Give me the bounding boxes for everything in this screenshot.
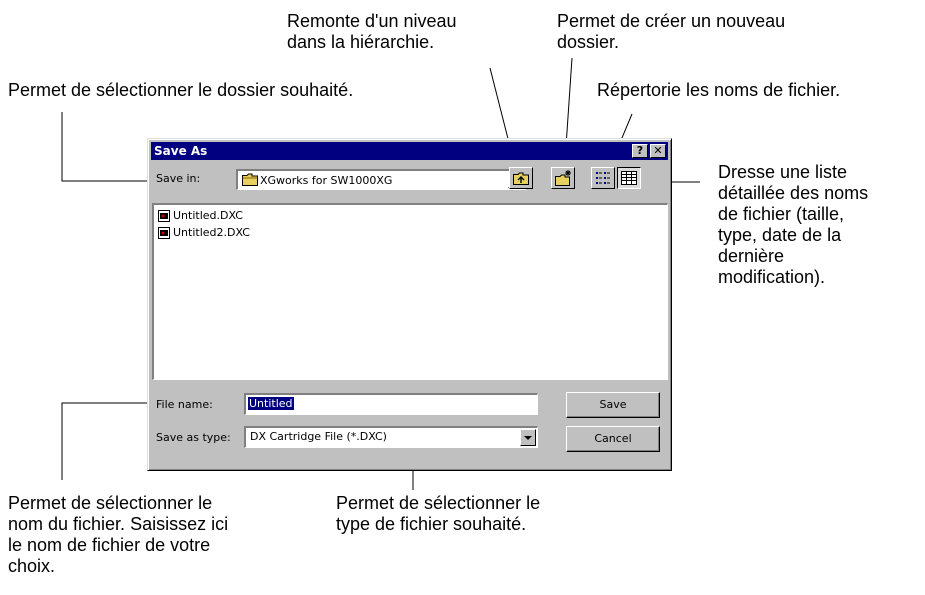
save-as-type-combo[interactable]: DX Cartridge File (*.DXC) xyxy=(244,426,538,448)
details-view-icon xyxy=(621,171,637,185)
close-button[interactable]: ✕ xyxy=(650,144,666,158)
folder-icon xyxy=(242,173,258,186)
new-folder-button[interactable] xyxy=(551,167,575,189)
dxc-file-icon xyxy=(158,210,170,222)
list-view-button[interactable] xyxy=(591,167,615,189)
cancel-button[interactable]: Cancel xyxy=(566,426,660,452)
annotation-new-folder: Permet de créer un nouveau dossier. xyxy=(557,11,786,52)
annotation-details-view: Dresse une liste détaillée des noms de f… xyxy=(718,162,869,287)
file-list[interactable]: Untitled.DXC Untitled2.DXC xyxy=(152,203,668,380)
file-item[interactable]: Untitled2.DXC xyxy=(158,225,250,241)
up-one-level-button[interactable] xyxy=(509,167,533,189)
annotation-file-name: Permet de sélectionner le nom du fichier… xyxy=(8,493,229,576)
title-bar[interactable]: Save As ? ✕ xyxy=(151,142,668,160)
leader-file-name xyxy=(61,402,147,480)
dialog-title: Save As xyxy=(154,144,208,158)
save-in-combo[interactable]: XGworks for SW1000XG xyxy=(236,169,526,190)
file-item[interactable]: Untitled.DXC xyxy=(158,208,243,224)
new-folder-icon xyxy=(555,170,571,186)
annotation-file-type: Permet de sélectionner le type de fichie… xyxy=(336,493,541,534)
save-button[interactable]: Save xyxy=(566,392,660,418)
up-one-level-icon xyxy=(513,172,529,185)
annotation-list-view: Répertorie les noms de fichier. xyxy=(597,80,841,100)
annotation-up-level: Remonte d'un niveau dans la hiérarchie. xyxy=(287,11,457,52)
file-item-name: Untitled2.DXC xyxy=(173,226,250,239)
help-button[interactable]: ? xyxy=(632,144,648,158)
dxc-file-icon xyxy=(158,227,170,239)
save-as-type-value: DX Cartridge File (*.DXC) xyxy=(250,430,387,443)
leader-save-in xyxy=(61,112,147,182)
save-as-type-dropdown-button[interactable] xyxy=(520,429,536,446)
save-in-value-wrap: XGworks for SW1000XG xyxy=(242,173,392,187)
file-name-value: Untitled xyxy=(248,397,294,410)
list-view-icon xyxy=(596,172,610,184)
annotation-save-in: Permet de sélectionner le dossier souhai… xyxy=(8,80,354,100)
save-as-type-label: Save as type: xyxy=(156,431,231,444)
details-view-button[interactable] xyxy=(617,167,641,189)
file-item-name: Untitled.DXC xyxy=(173,209,243,222)
save-in-label: Save in: xyxy=(156,172,201,185)
file-name-value-wrap: Untitled xyxy=(248,397,294,410)
file-name-label: File name: xyxy=(156,398,213,411)
save-as-dialog: Save As ? ✕ Save in: XGworks for SW1000X… xyxy=(147,138,672,471)
save-in-value: XGworks for SW1000XG xyxy=(260,174,393,187)
file-name-field[interactable]: Untitled xyxy=(244,393,538,415)
